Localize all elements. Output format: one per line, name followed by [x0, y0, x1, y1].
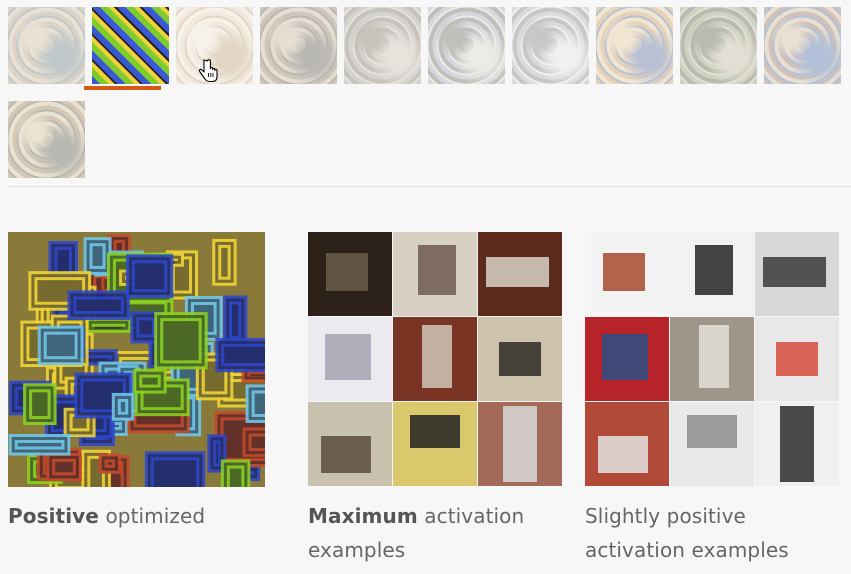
maximum-photo-2 [393, 232, 477, 316]
slightly-photo-5 [670, 317, 754, 401]
photo-subject [499, 342, 541, 376]
photo-subject [422, 325, 452, 389]
thumbnail-fade [8, 101, 85, 178]
texture-tile [221, 247, 228, 277]
thumbnail-art [92, 7, 169, 84]
texture-tile [134, 263, 165, 290]
photo-subject [601, 333, 648, 380]
slightly-photo-3 [755, 232, 839, 316]
texture-tile [254, 393, 265, 414]
slightly-positive-caption: Slightly positive activation examples [585, 499, 845, 567]
slightly-photo-8 [670, 402, 754, 486]
maximum-photo-1 [308, 232, 392, 316]
photo-subject [418, 244, 456, 295]
texture-tile [216, 443, 219, 464]
photo-subject [699, 325, 729, 389]
texture-tile [91, 323, 126, 327]
photo-subject [324, 333, 371, 380]
selected-indicator [84, 86, 161, 90]
maximum-photo-6 [478, 317, 562, 401]
thumb-10[interactable] [764, 7, 841, 84]
texture-tile [224, 346, 265, 364]
thumb-8[interactable] [596, 7, 673, 84]
thumb-1[interactable] [8, 7, 85, 84]
maximum-photo-7 [308, 402, 392, 486]
thumbnail-fade [680, 7, 757, 84]
photo-subject [503, 406, 537, 482]
thumbnail-fade [596, 7, 673, 84]
texture-tile [153, 460, 197, 487]
texture-tile [250, 374, 265, 377]
thumb-7[interactable] [512, 7, 589, 84]
slightly-photo-9 [755, 402, 839, 486]
thumb-2[interactable] [92, 7, 169, 84]
texture-tile [107, 462, 113, 465]
positive-caption-rest: optimized [98, 504, 206, 528]
maximum-photo-5 [393, 317, 477, 401]
texture-tile [120, 401, 126, 412]
maximum-activation-grid [308, 232, 562, 486]
slightly-photo-6 [755, 317, 839, 401]
thumbnail-fade [260, 7, 337, 84]
texture-tile [76, 299, 121, 311]
thumbnail-fade [344, 7, 421, 84]
texture-tile [232, 304, 239, 337]
slightly-caption-line1: Slightly positive [585, 504, 746, 528]
slightly-photo-7 [585, 402, 669, 486]
texture-tile [163, 321, 199, 361]
texture-tile [139, 320, 152, 335]
slightly-photo-4 [585, 317, 669, 401]
photo-subject [409, 414, 461, 449]
thumbnail-fade [764, 7, 841, 84]
texture-tile [55, 461, 73, 473]
positive-optimized-image [8, 232, 265, 487]
slightly-caption-line2: activation examples [585, 538, 789, 562]
slightly-photo-1 [585, 232, 669, 316]
photo-subject [486, 257, 550, 287]
texture-tile [46, 334, 75, 357]
photo-subject [326, 253, 369, 291]
photo-subject [763, 257, 827, 287]
positive-caption-bold: Positive [8, 504, 99, 528]
texture-tile [17, 442, 62, 447]
texture-tile [32, 392, 48, 417]
slightly-positive-grid [585, 232, 839, 486]
thumb-4[interactable] [260, 7, 337, 84]
texture-tile [142, 377, 158, 385]
maximum-photo-9 [478, 402, 562, 486]
thumb-9[interactable] [680, 7, 757, 84]
thumbnail-fade [512, 7, 589, 84]
slightly-photo-2 [670, 232, 754, 316]
maximum-photo-4 [308, 317, 392, 401]
thumb-11[interactable] [8, 101, 85, 178]
photo-subject [320, 435, 371, 474]
maximum-photo-3 [478, 232, 562, 316]
thumb-6[interactable] [428, 7, 505, 84]
thumbnail-fade [428, 7, 505, 84]
photo-subject [597, 435, 648, 474]
positive-optimized-caption: Positive optimized [8, 499, 205, 533]
texture-tile [92, 246, 103, 266]
hand-cursor-icon [198, 59, 218, 83]
texture-tile [251, 436, 265, 449]
texture-tile [94, 326, 123, 329]
section-divider [8, 186, 851, 187]
thumb-5[interactable] [344, 7, 421, 84]
photo-subject [780, 406, 814, 482]
maximum-photo-8 [393, 402, 477, 486]
maximum-caption-bold: Maximum [308, 504, 418, 528]
photo-subject [695, 244, 733, 295]
photo-subject [776, 342, 818, 376]
texture-tile [72, 416, 87, 429]
thumbnail-fade [8, 7, 85, 84]
photo-subject [603, 253, 646, 291]
maximum-activation-caption: Maximum activation examples [308, 499, 548, 567]
texture-tile [229, 468, 242, 487]
photo-subject [686, 414, 738, 449]
